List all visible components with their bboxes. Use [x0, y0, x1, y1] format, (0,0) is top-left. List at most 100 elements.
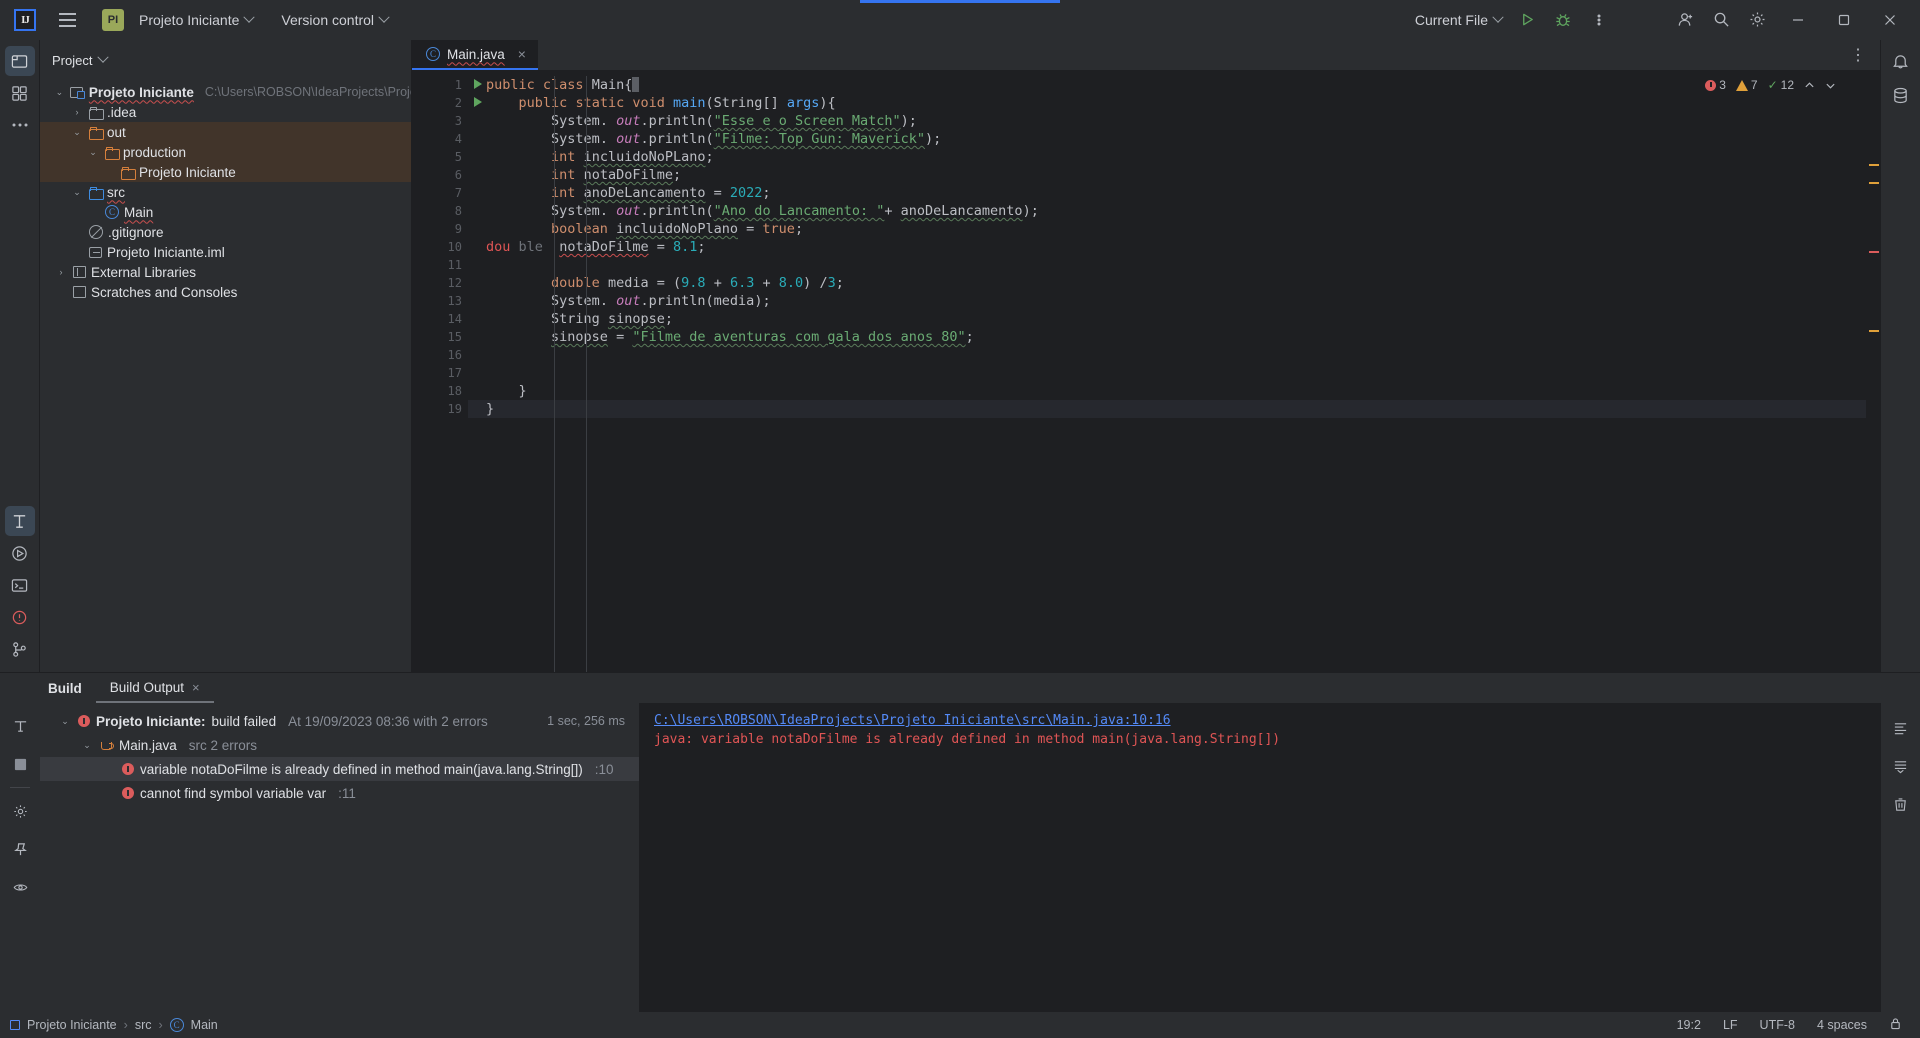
build-results-tree[interactable]: ⌄ Projeto Iniciante: build failed At 19/09…: [40, 703, 640, 1012]
line-number-gutter[interactable]: 1 2 3 4 5 6 7 8 9 10 11 12 13 14 15 16 17 18 19: [412, 70, 482, 672]
code-line[interactable]: System. out.println(media);: [468, 292, 1866, 310]
tree-node-src[interactable]: ⌄ src: [40, 182, 411, 202]
code-line[interactable]: int incluidoNoPLano;: [468, 148, 1866, 166]
tree-expand-arrow[interactable]: ⌄: [70, 127, 84, 138]
code-line[interactable]: int notaDoFilme;: [468, 166, 1866, 184]
line-number[interactable]: 6: [412, 166, 468, 184]
line-number[interactable]: 19: [412, 400, 468, 418]
line-number[interactable]: 5: [412, 148, 468, 166]
tree-expand-arrow[interactable]: ⌄: [54, 87, 65, 98]
breadcrumb-item-1[interactable]: src: [135, 1018, 152, 1032]
line-number[interactable]: 15: [412, 328, 468, 346]
breadcrumb[interactable]: Projeto Iniciante › src › C Main: [10, 1018, 218, 1032]
editor-options-icon[interactable]: ⋮: [1836, 40, 1880, 70]
project-badge[interactable]: PI: [102, 8, 124, 31]
tree-node-projeto-iniciante[interactable]: Projeto Iniciante: [40, 162, 411, 182]
build-error-file-link[interactable]: C:\Users\ROBSON\IdeaProjects\Projeto Ini…: [654, 713, 1866, 728]
code-line[interactable]: public class Main{: [468, 76, 1866, 94]
inspection-expand-icon[interactable]: [1825, 80, 1836, 91]
code-line[interactable]: public static void main(String[] args){: [468, 94, 1866, 112]
code-line[interactable]: System. out.println("Filme: Top Gun: Mav…: [468, 130, 1866, 148]
indent-setting[interactable]: 4 spaces: [1809, 1018, 1875, 1032]
line-number[interactable]: 1: [412, 76, 482, 94]
build-tree-row[interactable]: ⌄ Main.java src 2 errors: [40, 733, 639, 757]
close-build-output-icon[interactable]: ×: [192, 680, 200, 695]
run-button[interactable]: [1510, 5, 1544, 35]
tree-node-projeto-iniciante-iml[interactable]: Projeto Iniciante.iml: [40, 242, 411, 262]
hide-panel-icon[interactable]: [5, 872, 35, 902]
git-tool-window-icon[interactable]: [5, 634, 35, 664]
terminal-tool-window-icon[interactable]: [5, 570, 35, 600]
window-minimize-button[interactable]: [1776, 0, 1820, 40]
line-number[interactable]: 14: [412, 310, 468, 328]
code-line[interactable]: sinopse = "Filme de aventuras com gala d…: [468, 328, 1866, 346]
code-line[interactable]: int anoDeLancamento = 2022;: [468, 184, 1866, 202]
build-tree-row[interactable]: ⌄ Projeto Iniciante: build failed At 19/09…: [40, 709, 639, 733]
pin-tab-icon[interactable]: [5, 834, 35, 864]
search-icon[interactable]: [1704, 5, 1738, 35]
build-tool-window-icon[interactable]: [4, 506, 35, 536]
close-tab-icon[interactable]: ×: [518, 46, 526, 62]
debug-button[interactable]: [1546, 5, 1580, 35]
line-separator[interactable]: LF: [1715, 1018, 1746, 1032]
project-tool-window-header[interactable]: Project: [40, 46, 411, 74]
window-maximize-button[interactable]: [1822, 0, 1866, 40]
build-tree-row[interactable]: cannot find symbol variable var:11: [40, 781, 639, 805]
version-control-dropdown[interactable]: Version control: [275, 8, 394, 32]
tree-node-projeto-iniciante[interactable]: ⌄ Projeto Iniciante C:\Users\ROBSON\IdeaPr…: [40, 82, 411, 102]
editor-tab-main-java[interactable]: C Main.java ×: [412, 40, 538, 70]
tab-build-output[interactable]: Build Output ×: [95, 673, 214, 703]
tree-node-gitignore[interactable]: .gitignore: [40, 222, 411, 242]
settings-gear-icon[interactable]: [1740, 5, 1774, 35]
tree-node-external-libraries[interactable]: › External Libraries: [40, 262, 411, 282]
code-line[interactable]: [468, 364, 1866, 382]
stop-build-icon[interactable]: [5, 749, 35, 779]
build-expand-arrow[interactable]: ⌄: [80, 740, 94, 751]
inspection-collapse-icon[interactable]: [1804, 80, 1815, 91]
line-number[interactable]: 11: [412, 256, 468, 274]
intellij-logo-icon[interactable]: IJ: [14, 8, 36, 31]
caret-position[interactable]: 19:2: [1669, 1018, 1709, 1032]
line-number[interactable]: 13: [412, 292, 468, 310]
tree-expand-arrow[interactable]: ›: [54, 267, 68, 277]
run-tool-window-icon[interactable]: [5, 538, 35, 568]
code-line[interactable]: System. out.println("Ano do Lancamento: …: [468, 202, 1866, 220]
tree-node-idea[interactable]: › .idea: [40, 102, 411, 122]
run-configuration-selector[interactable]: Current File: [1409, 8, 1508, 32]
build-tree-row[interactable]: variable notaDoFilme is already defined …: [40, 757, 639, 781]
inspection-warnings[interactable]: 7: [1735, 78, 1758, 92]
code-line[interactable]: [468, 346, 1866, 364]
line-number[interactable]: 2: [412, 94, 482, 112]
line-number[interactable]: 9: [412, 220, 468, 238]
line-number[interactable]: 17: [412, 364, 468, 382]
marker-error[interactable]: [1869, 251, 1879, 253]
tree-node-scratches-and-consoles[interactable]: Scratches and Consoles: [40, 282, 411, 302]
line-number[interactable]: 3: [412, 112, 468, 130]
clear-all-icon[interactable]: [1886, 789, 1916, 819]
build-detail-pane[interactable]: C:\Users\ROBSON\IdeaProjects\Projeto Ini…: [640, 703, 1880, 1012]
line-number[interactable]: 7: [412, 184, 468, 202]
code-line[interactable]: }: [468, 382, 1866, 400]
tree-node-main[interactable]: C Main: [40, 202, 411, 222]
line-number[interactable]: 4: [412, 130, 468, 148]
tree-node-out[interactable]: ⌄ out: [40, 122, 411, 142]
database-tool-window-icon[interactable]: [1886, 80, 1916, 110]
project-tool-window-icon[interactable]: [4, 46, 35, 76]
code-line[interactable]: double media = (9.8 + 6.3 + 8.0) /3;: [468, 274, 1866, 292]
tree-expand-arrow[interactable]: ⌄: [86, 147, 100, 158]
marker-warning[interactable]: [1869, 164, 1879, 166]
notifications-icon[interactable]: [1886, 46, 1916, 76]
breadcrumb-item-2[interactable]: Main: [191, 1018, 218, 1032]
line-number[interactable]: 18: [412, 382, 468, 400]
build-expand-arrow[interactable]: ⌄: [58, 716, 72, 727]
inspection-errors[interactable]: 3: [1705, 78, 1726, 92]
line-number[interactable]: 8: [412, 202, 468, 220]
breadcrumb-item-0[interactable]: Projeto Iniciante: [27, 1018, 117, 1032]
file-encoding[interactable]: UTF-8: [1752, 1018, 1803, 1032]
tree-expand-arrow[interactable]: ›: [70, 107, 84, 117]
soft-wrap-icon[interactable]: [1886, 713, 1916, 743]
scroll-to-end-icon[interactable]: [1886, 751, 1916, 781]
code-line[interactable]: [468, 256, 1866, 274]
commit-tool-window-icon[interactable]: [5, 78, 35, 108]
code-line[interactable]: dou ble notaDoFilme = 8.1;: [468, 238, 1866, 256]
